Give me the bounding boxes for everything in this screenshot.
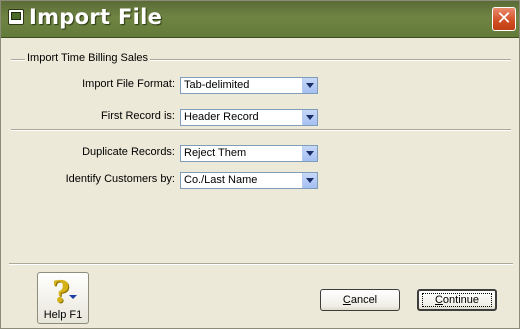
help-button-label: Help F1: [43, 309, 83, 321]
duplicate-records-select[interactable]: Reject Them: [180, 145, 318, 162]
window-icon: [8, 9, 24, 25]
focus-ring: [422, 293, 492, 307]
dropdown-arrow-icon[interactable]: [302, 173, 317, 188]
window-title: Import File: [29, 5, 163, 29]
identify-customers-value: Co./Last Name: [184, 174, 258, 186]
help-button[interactable]: ? Help F1: [37, 272, 89, 324]
dropdown-arrow-icon[interactable]: [302, 110, 317, 125]
duplicate-records-value: Reject Them: [184, 147, 247, 159]
import-format-value: Tab-delimited: [184, 79, 250, 91]
cancel-mnemonic: C: [342, 294, 351, 306]
cancel-button[interactable]: Cancel: [320, 289, 400, 311]
group-title: Import Time Billing Sales: [25, 52, 151, 64]
import-format-label: Import File Format:: [82, 78, 175, 90]
help-icon: ?: [52, 275, 70, 310]
cancel-label: ancel: [350, 294, 378, 306]
identify-customers-label: Identify Customers by:: [65, 173, 175, 185]
continue-button[interactable]: Continue: [417, 289, 497, 311]
close-button[interactable]: ✕: [492, 7, 516, 31]
import-format-select[interactable]: Tab-delimited: [180, 77, 318, 94]
first-record-select[interactable]: Header Record: [180, 109, 318, 126]
dropdown-arrow-icon[interactable]: [302, 146, 317, 161]
help-dropdown-icon: [69, 295, 77, 299]
close-icon: ✕: [496, 8, 512, 29]
title-bar[interactable]: Import File ✕: [1, 1, 519, 38]
section-divider: [11, 129, 511, 131]
first-record-value: Header Record: [184, 111, 259, 123]
identify-customers-select[interactable]: Co./Last Name: [180, 172, 318, 189]
dropdown-arrow-icon[interactable]: [302, 78, 317, 93]
import-file-dialog: Import File ✕ Import Time Billing Sales …: [0, 0, 520, 329]
footer-divider: [9, 263, 513, 265]
duplicate-records-label: Duplicate Records:: [82, 146, 175, 158]
first-record-label: First Record is:: [101, 110, 175, 122]
